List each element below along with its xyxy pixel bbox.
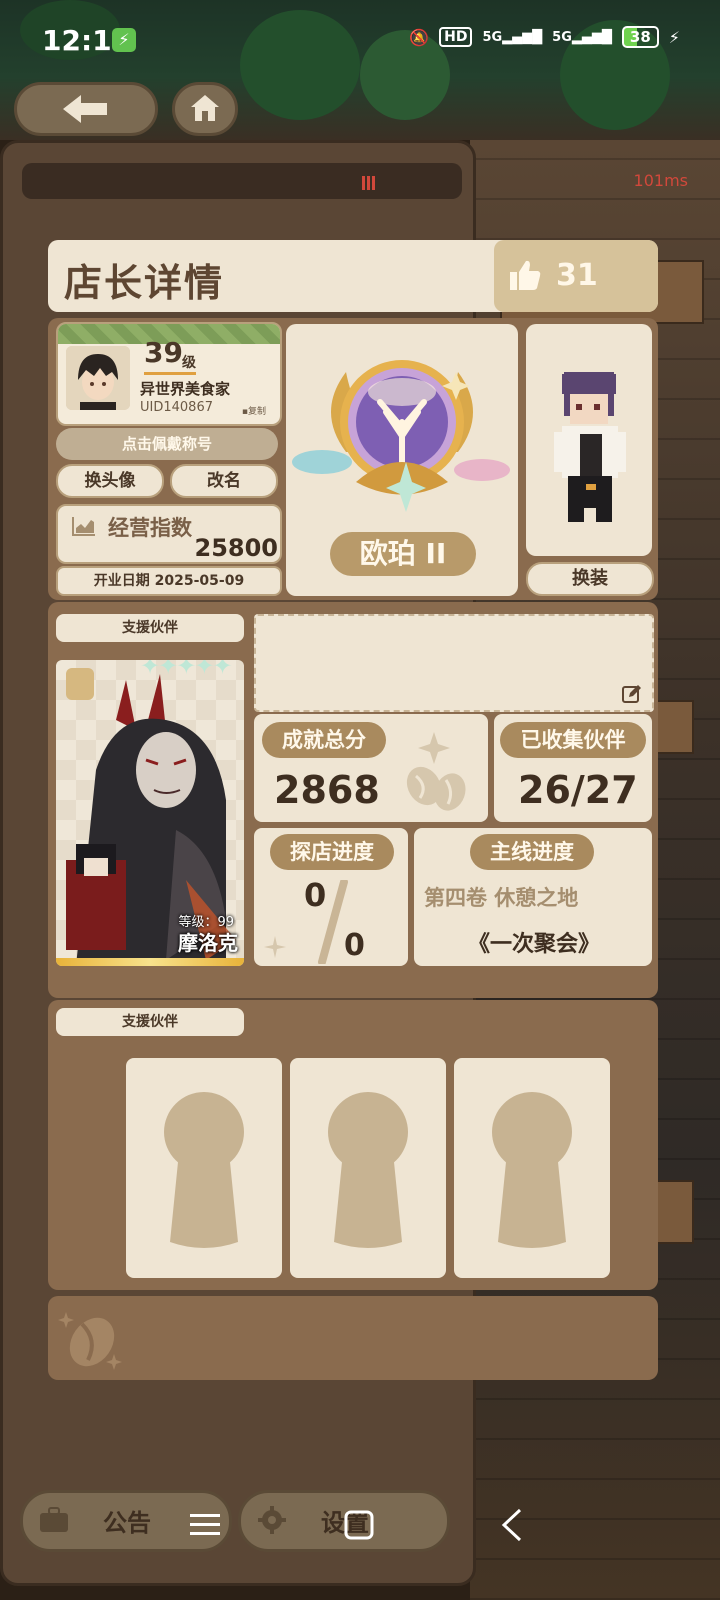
support-slots-label: 支援伙伴 [56,1008,244,1036]
back-nav-icon[interactable] [500,1508,524,1542]
shopkeeper-detail-panel: 店长详情 31 39 级 异世界美食家 UID140867 ▪复制 点击佩戴称号… [48,240,658,1380]
panel-header: 店长详情 31 [48,240,658,312]
explore-total: 0 [344,928,365,963]
collected-label: 已收集伙伴 [500,722,646,758]
support-slots-section: 支援伙伴 [48,1000,658,1290]
open-date: 开业日期 2025-05-09 [56,566,282,596]
ping-text: 101ms [633,171,688,190]
avatar[interactable] [66,346,130,410]
level-unit: 级 [182,355,196,371]
hd-icon: HD [439,27,473,47]
silhouette-icon [328,1092,408,1248]
like-count: 31 [556,258,598,293]
achievement-card: 成就总分 2868 [254,714,488,822]
rename-button[interactable]: 改名 [170,464,278,498]
main-story-chapter: 《一次聚会》 [468,932,601,957]
chart-icon [72,517,95,536]
rank-emblem-icon [292,360,510,512]
character-preview [526,324,652,556]
partner-rarity-bar [56,958,244,966]
achievement-label: 成就总分 [262,722,386,758]
ping-bar [22,163,462,199]
level-underline [144,372,196,375]
business-index-card: 经营指数 25800 [56,504,282,564]
signature-box[interactable] [254,614,654,712]
edit-icon[interactable] [622,684,642,704]
pixel-character-icon [554,372,626,522]
thumbs-up-icon [510,260,541,290]
business-index-value: 25800 [194,534,279,562]
mute-vibrate-icon: 🔕 [409,27,430,47]
avatar-portrait-icon [66,346,130,410]
rank-name: 欧珀 II [330,532,476,576]
collected-value: 26/27 [518,768,638,812]
change-outfit-button[interactable]: 换装 [526,562,654,596]
explore-label: 探店进度 [270,834,394,870]
player-name: 异世界美食家 [140,380,231,398]
status-icons: 🔕 HD 5G▂▄▆█ 5G▂▄▆█ 38 ⚡ [409,26,680,48]
like-button[interactable]: 31 [494,240,658,312]
player-level: 39 [144,336,183,369]
partner-name: 摩洛克 [178,931,238,955]
menu-icon[interactable] [190,1512,220,1538]
support-partner-label: 支援伙伴 [56,614,244,642]
silhouette-icon [164,1092,244,1248]
coffee-bean-icon [406,732,466,811]
partner-stats-section: 支援伙伴 ✦✦✦✦✦ 等级：99 摩洛克 成就总分 2868 已收集伙伴 26/… [48,602,658,998]
home-square-icon[interactable] [344,1510,374,1540]
support-partner-card[interactable]: ✦✦✦✦✦ 等级：99 摩洛克 [56,660,244,966]
home-button[interactable] [172,82,238,136]
empty-partner-slot[interactable] [126,1058,282,1278]
achievement-value: 2868 [274,768,380,812]
collected-partners-card: 已收集伙伴 26/27 [494,714,652,822]
back-button[interactable] [14,82,158,136]
sparkle-icon [264,936,286,958]
page-title: 店长详情 [64,261,225,305]
status-bar: 12:12 ⚡ 🔕 HD 5G▂▄▆█ 5G▂▄▆█ 38 ⚡ [0,0,720,80]
back-arrow-icon [63,95,107,123]
signal-icon: 5G▂▄▆█ [482,29,543,45]
home-icon [191,95,219,121]
empty-partner-slot[interactable] [290,1058,446,1278]
profile-section: 39 级 异世界美食家 UID140867 ▪复制 点击佩戴称号 换头像 改名 … [48,318,658,600]
equip-title-button[interactable]: 点击佩戴称号 [56,428,278,460]
battery-icon: 38 [621,26,659,48]
partner-star-rating: ✦✦✦✦✦ [140,660,233,680]
explore-progress-card: 探店进度 0 0 [254,828,408,966]
coffee-bean-icon [58,1312,122,1370]
charging-bolt-icon: ⚡ [668,27,680,47]
ping-signal-icon [362,176,378,190]
signal-icon: 5G▂▄▆█ [552,29,612,45]
empty-partner-slot[interactable] [454,1058,610,1278]
system-navigation-bar [0,1500,720,1560]
rank-badge-card[interactable]: 欧珀 II [286,324,518,596]
player-uid: UID140867 [140,400,213,415]
main-story-label: 主线进度 [470,834,594,870]
silhouette-icon [492,1092,572,1248]
change-avatar-button[interactable]: 换头像 [56,464,164,498]
main-story-volume: 第四卷 休憩之地 [424,886,579,910]
bottom-info-section [48,1296,658,1380]
copy-uid-button[interactable]: ▪复制 [242,404,266,417]
business-index-label: 经营指数 [108,516,192,540]
charging-icon: ⚡ [112,28,136,52]
main-story-card: 主线进度 第四卷 休憩之地 《一次聚会》 [414,828,652,966]
profile-card: 39 级 异世界美食家 UID140867 ▪复制 [56,322,282,426]
